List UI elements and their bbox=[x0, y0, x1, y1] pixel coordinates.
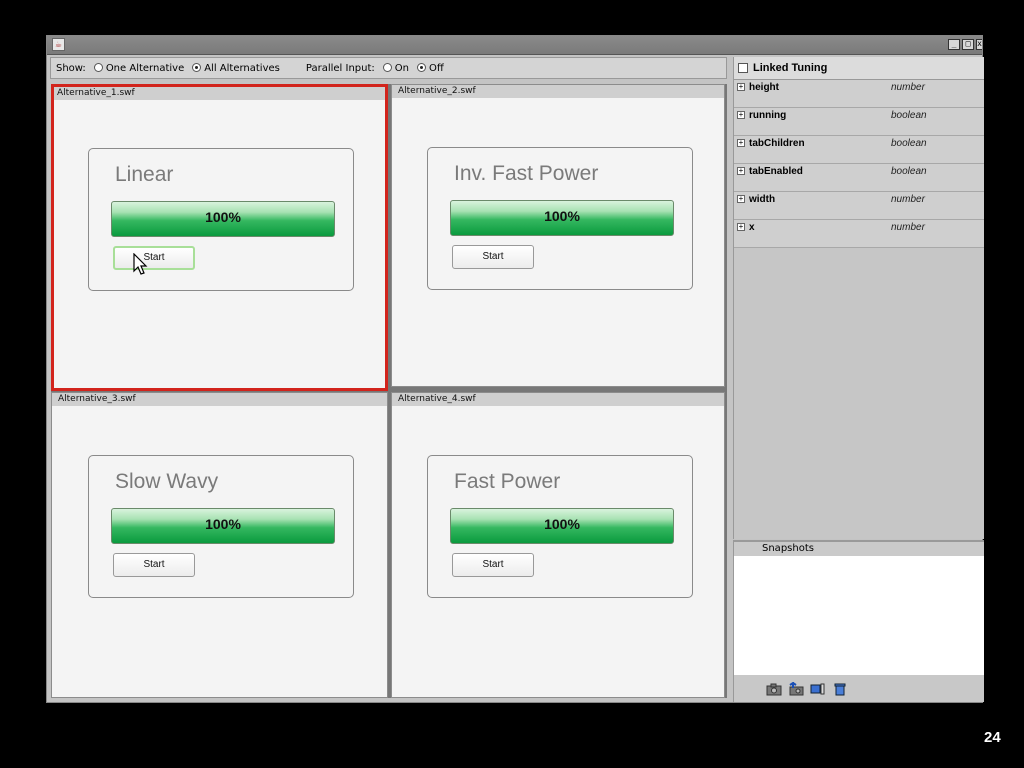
maximize-button[interactable]: □ bbox=[962, 39, 974, 50]
expand-plus-icon[interactable]: + bbox=[737, 139, 745, 147]
property-type: number bbox=[891, 194, 925, 205]
linked-tuning-checkbox[interactable] bbox=[738, 63, 748, 73]
demo-card: Slow Wavy 100% Start bbox=[88, 455, 354, 598]
demo-card: Linear 100% Start bbox=[88, 148, 354, 291]
alternatives-grid: Alternative_1.swf Linear 100% Start Alte… bbox=[51, 84, 727, 698]
expand-plus-icon[interactable]: + bbox=[737, 83, 745, 91]
linked-tuning-row[interactable]: Linked Tuning bbox=[734, 57, 984, 80]
minimize-button[interactable]: _ bbox=[948, 39, 960, 50]
property-name: x bbox=[749, 222, 755, 233]
compare-icon[interactable] bbox=[810, 682, 826, 696]
card-title: Inv. Fast Power bbox=[454, 162, 599, 185]
progress-bar: 100% bbox=[111, 201, 335, 237]
progress-label: 100% bbox=[205, 516, 241, 532]
radio-parallel-on[interactable]: On bbox=[379, 62, 409, 74]
snapshots-toolbar bbox=[734, 675, 984, 702]
progress-label: 100% bbox=[544, 516, 580, 532]
alternative-pane-4[interactable]: Alternative_4.swf Fast Power 100% Start bbox=[391, 392, 725, 698]
show-label: Show: bbox=[56, 62, 86, 74]
property-name: height bbox=[749, 82, 779, 93]
property-row[interactable]: + running boolean bbox=[734, 108, 984, 136]
property-type: boolean bbox=[891, 110, 927, 121]
progress-bar: 100% bbox=[111, 508, 335, 544]
expand-plus-icon[interactable]: + bbox=[737, 195, 745, 203]
slide-page-number: 24 bbox=[984, 729, 1001, 746]
radio-button-selected-icon[interactable] bbox=[192, 62, 202, 72]
snapshots-list[interactable] bbox=[734, 556, 984, 675]
property-type: number bbox=[891, 222, 925, 233]
start-button[interactable]: Start bbox=[452, 553, 534, 577]
radio-button-selected-icon[interactable] bbox=[416, 62, 426, 72]
snapshots-panel: Snapshots bbox=[733, 540, 984, 702]
property-name: tabChildren bbox=[749, 138, 805, 149]
radio-all-alternatives[interactable]: All Alternatives bbox=[188, 62, 280, 74]
camera-upload-icon[interactable] bbox=[788, 681, 804, 696]
expand-plus-icon[interactable]: + bbox=[737, 167, 745, 175]
radio-one-alternative[interactable]: One Alternative bbox=[90, 62, 184, 74]
start-button[interactable]: Start bbox=[113, 246, 195, 270]
card-title: Fast Power bbox=[454, 470, 561, 493]
card-title: Linear bbox=[115, 163, 174, 186]
title-bar: ☕ _ □ x bbox=[47, 36, 982, 55]
parallel-input-label: Parallel Input: bbox=[305, 62, 375, 74]
radio-button-icon[interactable] bbox=[93, 62, 103, 72]
demo-card: Inv. Fast Power 100% Start bbox=[427, 147, 693, 290]
property-name: running bbox=[749, 110, 787, 121]
app-window: ☕ _ □ x Show: One Alternative All Altern… bbox=[46, 35, 984, 703]
mouse-cursor-icon bbox=[133, 253, 148, 275]
expand-plus-icon[interactable]: + bbox=[737, 111, 745, 119]
progress-label: 100% bbox=[544, 208, 580, 224]
property-type: number bbox=[891, 82, 925, 93]
progress-label: 100% bbox=[205, 209, 241, 225]
property-row[interactable]: + height number bbox=[734, 80, 984, 108]
linked-tuning-label: Linked Tuning bbox=[753, 62, 828, 74]
start-button[interactable]: Start bbox=[452, 245, 534, 269]
demo-card: Fast Power 100% Start bbox=[427, 455, 693, 598]
expand-plus-icon[interactable]: + bbox=[737, 223, 745, 231]
alternative-pane-2[interactable]: Alternative_2.swf Inv. Fast Power 100% S… bbox=[391, 84, 725, 387]
property-name: tabEnabled bbox=[749, 166, 803, 177]
property-row[interactable]: + width number bbox=[734, 192, 984, 220]
view-options-toolbar: Show: One Alternative All Alternatives P… bbox=[50, 57, 727, 79]
progress-bar: 100% bbox=[450, 200, 674, 236]
progress-bar: 100% bbox=[450, 508, 674, 544]
property-name: width bbox=[749, 194, 776, 205]
property-type: boolean bbox=[891, 166, 927, 177]
property-row[interactable]: + x number bbox=[734, 220, 984, 248]
pane-filename: Alternative_4.swf bbox=[392, 393, 724, 406]
alternative-pane-1[interactable]: Alternative_1.swf Linear 100% Start bbox=[51, 84, 388, 391]
property-row[interactable]: + tabEnabled boolean bbox=[734, 164, 984, 192]
radio-parallel-off[interactable]: Off bbox=[413, 62, 444, 74]
properties-panel: Linked Tuning + height number + running … bbox=[733, 57, 984, 539]
java-app-icon: ☕ bbox=[52, 38, 65, 51]
property-row[interactable]: + tabChildren boolean bbox=[734, 136, 984, 164]
snapshots-header: Snapshots bbox=[734, 540, 984, 557]
camera-icon[interactable] bbox=[766, 682, 782, 696]
property-type: boolean bbox=[891, 138, 927, 149]
trash-icon[interactable] bbox=[832, 682, 848, 696]
alternative-pane-3[interactable]: Alternative_3.swf Slow Wavy 100% Start bbox=[51, 392, 388, 698]
pane-filename: Alternative_3.swf bbox=[52, 393, 387, 406]
radio-button-icon[interactable] bbox=[382, 62, 392, 72]
start-button[interactable]: Start bbox=[113, 553, 195, 577]
close-button[interactable]: x bbox=[976, 39, 982, 50]
pane-filename: Alternative_2.swf bbox=[392, 85, 724, 98]
card-title: Slow Wavy bbox=[115, 470, 219, 493]
pane-filename: Alternative_1.swf bbox=[54, 87, 385, 100]
